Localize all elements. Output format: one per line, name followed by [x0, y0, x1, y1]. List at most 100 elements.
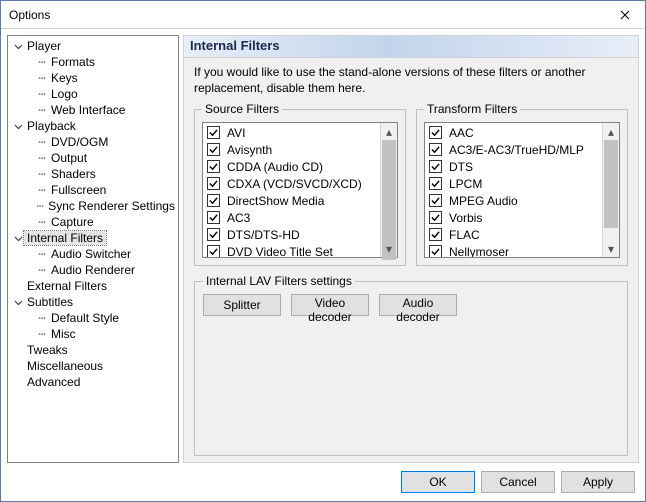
tree-child-item[interactable]: ⋯Fullscreen — [8, 182, 178, 198]
filter-item[interactable]: Vorbis — [427, 209, 600, 226]
checkbox[interactable] — [207, 160, 220, 173]
checkbox[interactable] — [207, 228, 220, 241]
scrollbar[interactable]: ▴ ▾ — [602, 123, 619, 257]
chevron-down-icon[interactable] — [12, 344, 24, 356]
checkbox[interactable] — [429, 245, 442, 257]
chevron-down-icon[interactable] — [24, 168, 36, 180]
checkbox[interactable] — [429, 143, 442, 156]
tree-group-item[interactable]: Miscellaneous — [8, 358, 178, 374]
tree-group-item[interactable]: Playback — [8, 118, 178, 134]
chevron-down-icon[interactable] — [12, 40, 24, 52]
checkbox[interactable] — [207, 177, 220, 190]
chevron-down-icon[interactable] — [24, 312, 36, 324]
tree-child-item[interactable]: ⋯Web Interface — [8, 102, 178, 118]
scrollbar[interactable]: ▴ ▾ — [380, 123, 397, 257]
scroll-thumb[interactable] — [604, 140, 618, 228]
tree-child-item[interactable]: ⋯Default Style — [8, 310, 178, 326]
filter-item[interactable]: AAC — [427, 124, 600, 141]
filter-item[interactable]: MPEG Audio — [427, 192, 600, 209]
source-filters-listbox[interactable]: AVIAvisynth CDDA (Audio CD)CDXA (VCD/SVCD… — [202, 122, 398, 258]
tree-group-item[interactable]: Tweaks — [8, 342, 178, 358]
tree-connector: ⋯ — [36, 104, 48, 116]
tree-child-item[interactable]: ⋯Audio Renderer — [8, 262, 178, 278]
chevron-down-icon[interactable] — [24, 88, 36, 100]
checkbox[interactable] — [429, 194, 442, 207]
tree-child-item[interactable]: ⋯Audio Switcher — [8, 246, 178, 262]
chevron-down-icon[interactable] — [24, 328, 36, 340]
page-panel: Internal Filters If you would like to us… — [183, 35, 639, 463]
audio-decoder-button[interactable]: Audio decoder — [379, 294, 457, 316]
chevron-down-icon[interactable] — [12, 120, 24, 132]
tree-child-item[interactable]: ⋯Shaders — [8, 166, 178, 182]
chevron-down-icon[interactable] — [12, 232, 24, 244]
filter-item[interactable]: DVD Video Title Set — [205, 243, 378, 257]
checkbox[interactable] — [207, 194, 220, 207]
transform-filters-listbox[interactable]: AACAC3/E-AC3/TrueHD/MLP DTSLPCMMPEG Audio… — [424, 122, 620, 258]
checkbox[interactable] — [207, 211, 220, 224]
tree-group-item[interactable]: Advanced — [8, 374, 178, 390]
tree-child-item[interactable]: ⋯Formats — [8, 54, 178, 70]
tree-child-item[interactable]: ⋯Logo — [8, 86, 178, 102]
scroll-down-icon[interactable]: ▾ — [603, 240, 619, 257]
filter-item[interactable]: DTS — [427, 158, 600, 175]
tree-child-item[interactable]: ⋯Keys — [8, 70, 178, 86]
tree-group-item[interactable]: External Filters — [8, 278, 178, 294]
filter-item[interactable]: Nellymoser — [427, 243, 600, 257]
chevron-down-icon[interactable] — [24, 264, 36, 276]
filter-item[interactable]: AC3 — [205, 209, 378, 226]
tree-child-item[interactable]: ⋯Sync Renderer Settings — [8, 198, 178, 214]
tree-child-item[interactable]: ⋯DVD/OGM — [8, 134, 178, 150]
filter-item[interactable]: CDDA (Audio CD) — [205, 158, 378, 175]
tree-group-item[interactable]: Internal Filters — [8, 230, 178, 246]
filter-item[interactable]: CDXA (VCD/SVCD/XCD) — [205, 175, 378, 192]
filter-item-label: DTS — [446, 160, 476, 174]
tree-item-label: Sync Renderer Settings — [45, 199, 178, 213]
ok-button[interactable]: OK — [401, 471, 475, 493]
chevron-down-icon[interactable] — [12, 376, 24, 388]
video-decoder-button[interactable]: Video decoder — [291, 294, 369, 316]
chevron-down-icon[interactable] — [24, 72, 36, 84]
chevron-down-icon[interactable] — [24, 184, 36, 196]
tree-child-item[interactable]: ⋯Output — [8, 150, 178, 166]
cancel-button[interactable]: Cancel — [481, 471, 555, 493]
checkbox[interactable] — [429, 177, 442, 190]
filter-item[interactable]: LPCM — [427, 175, 600, 192]
chevron-down-icon[interactable] — [24, 104, 36, 116]
checkbox[interactable] — [429, 126, 442, 139]
scroll-up-icon[interactable]: ▴ — [381, 123, 397, 140]
chevron-down-icon[interactable] — [12, 360, 24, 372]
checkbox[interactable] — [207, 126, 220, 139]
checkbox[interactable] — [429, 211, 442, 224]
chevron-down-icon[interactable] — [24, 136, 36, 148]
tree-child-item[interactable]: ⋯Capture — [8, 214, 178, 230]
tree-child-item[interactable]: ⋯Misc — [8, 326, 178, 342]
chevron-down-icon[interactable] — [12, 296, 24, 308]
chevron-down-icon[interactable] — [24, 248, 36, 260]
splitter-button[interactable]: Splitter — [203, 294, 281, 316]
tree-connector: ⋯ — [36, 88, 48, 100]
filter-item[interactable]: AVI — [205, 124, 378, 141]
filter-item[interactable]: DTS/DTS-HD — [205, 226, 378, 243]
tree-group-item[interactable]: Subtitles — [8, 294, 178, 310]
chevron-down-icon[interactable] — [24, 56, 36, 68]
apply-button[interactable]: Apply — [561, 471, 635, 493]
filter-item[interactable]: AC3/E-AC3/TrueHD/MLP — [427, 141, 600, 158]
checkbox[interactable] — [429, 160, 442, 173]
scroll-down-icon[interactable]: ▾ — [381, 240, 397, 257]
chevron-down-icon[interactable] — [12, 280, 24, 292]
checkbox[interactable] — [429, 228, 442, 241]
checkbox[interactable] — [207, 245, 220, 257]
filter-item[interactable]: DirectShow Media — [205, 192, 378, 209]
chevron-down-icon[interactable] — [24, 200, 35, 212]
category-tree[interactable]: Player⋯Formats⋯Keys⋯Logo⋯Web InterfacePl… — [7, 35, 179, 463]
filter-item[interactable]: Avisynth — [205, 141, 378, 158]
filter-item-label: CDDA (Audio CD) — [224, 160, 326, 174]
filter-item[interactable]: FLAC — [427, 226, 600, 243]
scroll-up-icon[interactable]: ▴ — [603, 123, 619, 140]
chevron-down-icon[interactable] — [24, 152, 36, 164]
chevron-down-icon[interactable] — [24, 216, 36, 228]
close-button[interactable] — [605, 1, 645, 29]
checkbox[interactable] — [207, 143, 220, 156]
tree-connector: ⋯ — [36, 248, 48, 260]
tree-group-item[interactable]: Player — [8, 38, 178, 54]
